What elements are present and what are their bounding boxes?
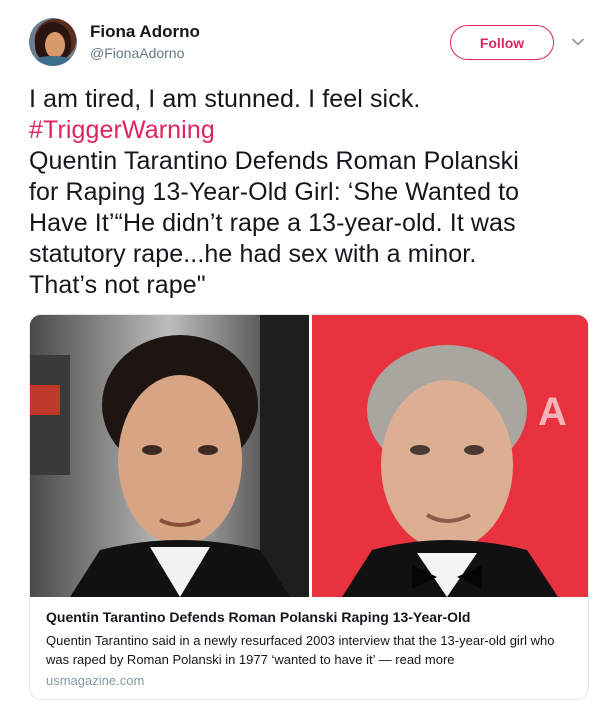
avatar[interactable]: [29, 18, 77, 66]
card-domain: usmagazine.com: [46, 673, 145, 688]
tweet-line: Have It’“He didn’t rape a 13-year-old. I…: [29, 209, 516, 237]
tweet-text: I am tired, I am stunned. I feel sick. #…: [29, 84, 589, 301]
svg-text:A: A: [538, 390, 567, 434]
tweet-line: That’s not rape": [29, 271, 206, 299]
tweet-line: I am tired, I am stunned. I feel sick.: [29, 85, 421, 113]
display-name[interactable]: Fiona Adorno: [90, 22, 200, 42]
card-title[interactable]: Quentin Tarantino Defends Roman Polanski…: [46, 609, 470, 625]
follow-button[interactable]: Follow: [450, 25, 554, 60]
tweet: Fiona Adorno @FionaAdorno Follow I am ti…: [0, 0, 612, 705]
tweet-line: for Raping 13-Year-Old Girl: ‘She Wanted…: [29, 178, 520, 206]
photo-left: [30, 315, 309, 597]
card-description: Quentin Tarantino said in a newly resurf…: [46, 633, 555, 667]
hashtag-link[interactable]: #TriggerWarning: [29, 115, 589, 146]
tweet-line: statutory rape...he had sex with a minor…: [29, 240, 477, 268]
link-card[interactable]: A Quentin Tarantino Defends Roman Polans…: [29, 314, 589, 700]
user-handle[interactable]: @FionaAdorno: [90, 45, 184, 61]
photo-right: A: [312, 315, 588, 597]
card-image[interactable]: A: [30, 315, 588, 597]
tweet-line: Quentin Tarantino Defends Roman Polanski: [29, 147, 519, 175]
chevron-down-icon[interactable]: [571, 35, 585, 49]
